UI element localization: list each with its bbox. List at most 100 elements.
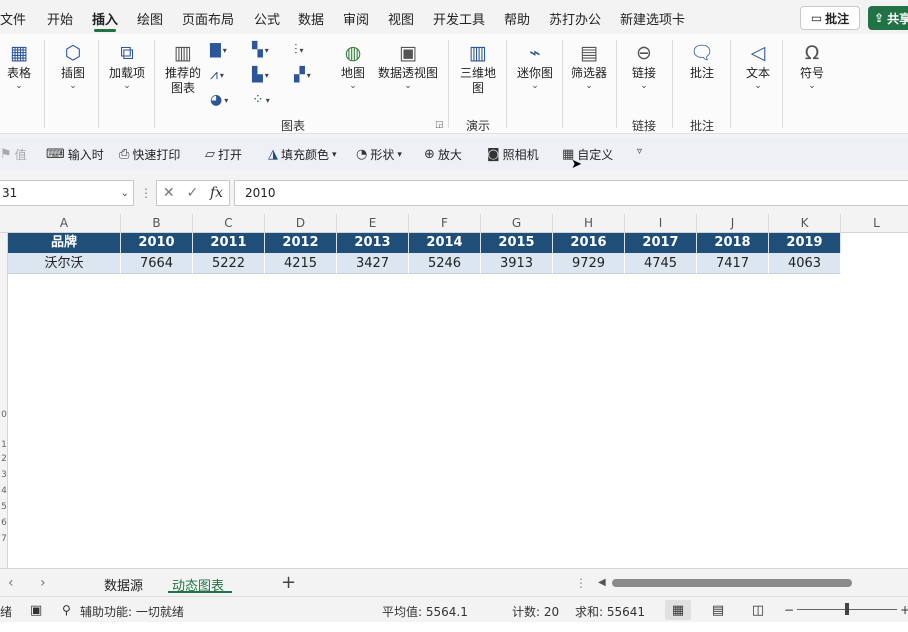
qa-value-button[interactable]: ⚑ 值 (0, 146, 27, 163)
table-header-cell[interactable]: 2016 (553, 233, 625, 253)
qa-zoom-in-button[interactable]: ⊕ 放大 (424, 146, 462, 163)
tab-developer[interactable]: 开发工具 (433, 9, 485, 28)
more-options-icon[interactable]: ⋮ (140, 186, 152, 200)
scrollbar-thumb[interactable] (612, 579, 852, 587)
column-chart-button[interactable]: ▇ ▾ (210, 42, 227, 58)
tab-page-layout[interactable]: 页面布局 (182, 9, 234, 28)
name-box[interactable]: 31 ⌄ (0, 180, 134, 206)
status-sum[interactable]: 求和: 55641 (575, 603, 645, 620)
pivot-chart-button[interactable]: ▣ 数据透视图 ⌄ (376, 42, 440, 91)
map-chart-button[interactable]: ◍ 地图 ⌄ (336, 42, 370, 91)
accessibility-status[interactable]: 辅助功能: 一切就绪 (80, 603, 184, 620)
formula-input[interactable]: 2010 (234, 180, 908, 206)
table-cell[interactable]: 4215 (265, 253, 337, 274)
chevron-left-icon[interactable]: ‹ (8, 575, 14, 591)
text-button[interactable]: ◁ 文本 ⌄ (740, 42, 776, 91)
chevron-right-icon[interactable]: › (40, 575, 46, 591)
column-header-e[interactable]: E (337, 214, 409, 233)
table-cell[interactable]: 7417 (697, 253, 769, 274)
qa-fill-color-button[interactable]: ◮ 填充颜色 ▾ (268, 146, 337, 163)
table-cell[interactable]: 5222 (193, 253, 265, 274)
tab-data[interactable]: 数据 (298, 9, 324, 28)
table-header-cell[interactable]: 2014 (409, 233, 481, 253)
scroll-left-icon[interactable]: ◀ (598, 577, 606, 588)
qa-open-button[interactable]: ▱ 打开 (205, 146, 242, 163)
table-header-cell[interactable]: 2012 (265, 233, 337, 253)
tab-review[interactable]: 审阅 (343, 9, 369, 28)
tab-file[interactable]: 文件 (0, 9, 26, 28)
combo-chart-button[interactable]: ▞ ▾ (294, 67, 311, 83)
statistic-chart-button[interactable]: ▙ ▾ (252, 67, 269, 83)
cancel-icon[interactable]: ✕ (163, 185, 175, 201)
table-cell[interactable]: 5246 (409, 253, 481, 274)
column-header-j[interactable]: J (697, 214, 769, 233)
accessibility-icon[interactable]: ⚲ (62, 603, 71, 617)
qa-customize-dropdown[interactable]: ▿ (637, 146, 642, 157)
add-sheet-button[interactable]: + (281, 572, 296, 593)
column-header-k[interactable]: K (769, 214, 841, 233)
column-header-l[interactable]: L (841, 214, 908, 233)
tab-suda-office[interactable]: 苏打办公 (549, 9, 601, 28)
qa-custom-button[interactable]: ▦ 自定义 (562, 146, 613, 163)
column-header-d[interactable]: D (265, 214, 337, 233)
column-header-c[interactable]: C (193, 214, 265, 233)
status-count[interactable]: 计数: 20 (512, 603, 559, 620)
column-header-h[interactable]: H (553, 214, 625, 233)
symbols-button[interactable]: Ω 符号 ⌄ (794, 42, 830, 91)
column-header-g[interactable]: G (481, 214, 553, 233)
tab-new-tab[interactable]: 新建选项卡 (620, 9, 685, 28)
page-layout-view-button[interactable]: ▤ (705, 600, 731, 620)
tab-draw[interactable]: 绘图 (137, 9, 163, 28)
link-button[interactable]: ⊖ 链接 ⌄ (624, 42, 664, 91)
table-button[interactable]: ▦ 表格 ⌄ (4, 42, 34, 91)
normal-view-button[interactable]: ▦ (665, 600, 691, 620)
tab-home[interactable]: 开始 (47, 9, 73, 28)
status-average[interactable]: 平均值: 5564.1 (382, 603, 468, 620)
3d-map-button[interactable]: ▥ 三维地 图 (456, 42, 500, 96)
filters-button[interactable]: ▤ 筛选器 ⌄ (566, 42, 612, 91)
table-header-cell[interactable]: 2013 (337, 233, 409, 253)
tab-view[interactable]: 视图 (388, 9, 414, 28)
zoom-out-button[interactable]: − (784, 603, 794, 617)
tab-help[interactable]: 帮助 (504, 9, 530, 28)
table-cell[interactable]: 4063 (769, 253, 841, 274)
table-cell[interactable]: 4745 (625, 253, 697, 274)
enter-icon[interactable]: ✓ (186, 185, 198, 201)
table-header-cell[interactable]: 2015 (481, 233, 553, 253)
hierarchy-chart-button[interactable]: ▚ ▾ (252, 42, 269, 58)
table-header-cell[interactable]: 2018 (697, 233, 769, 253)
column-header-a[interactable]: A (8, 214, 121, 233)
share-button[interactable]: ⇪ 共享 (868, 6, 908, 30)
table-cell[interactable]: 3427 (337, 253, 409, 274)
qa-input-time-button[interactable]: ⌨ 输入时 (46, 146, 104, 163)
table-header-cell[interactable]: 品牌 (8, 233, 121, 253)
table-header-cell[interactable]: 2019 (769, 233, 841, 253)
new-comment-button[interactable]: 🗨 批注 (682, 42, 722, 81)
table-header-cell[interactable]: 2011 (193, 233, 265, 253)
worksheet-grid[interactable]: 0 1 2 3 4 5 6 7 A B C D E F G H I J K L … (0, 214, 908, 568)
scatter-chart-button[interactable]: ⁘ ▾ (252, 92, 270, 108)
qa-quick-print-button[interactable]: ⎙ 快速打印 (119, 146, 180, 163)
tab-insert[interactable]: 插入 (92, 9, 118, 28)
table-cell[interactable]: 9729 (553, 253, 625, 274)
pie-chart-button[interactable]: ◕ ▾ (210, 92, 228, 108)
recommended-charts-button[interactable]: ▥ 推荐的 图表 (160, 42, 206, 96)
table-header-cell[interactable]: 2010 (121, 233, 193, 253)
sheet-tab-data-source[interactable]: 数据源 (104, 575, 143, 594)
sparklines-button[interactable]: ⌁ 迷你图 ⌄ (512, 42, 558, 91)
table-cell[interactable]: 7664 (121, 253, 193, 274)
dialog-launcher-icon[interactable]: ◲ (435, 120, 444, 130)
horizontal-scrollbar[interactable]: ◀ (596, 577, 908, 589)
table-cell[interactable]: 沃尔沃 (8, 253, 121, 274)
zoom-in-button[interactable]: + (900, 603, 908, 617)
column-header-i[interactable]: I (625, 214, 697, 233)
qa-shapes-button[interactable]: ◔ 形状 ▾ (356, 146, 402, 163)
zoom-slider-thumb[interactable] (845, 603, 849, 615)
more-options-icon[interactable]: ⋮ (575, 576, 587, 590)
insert-function-icon[interactable]: fx (210, 185, 223, 201)
addins-button[interactable]: ⧉ 加载项 ⌄ (108, 42, 146, 91)
line-chart-button[interactable]: ⩘ ▾ (210, 67, 224, 83)
illustrations-button[interactable]: ⬡ 插图 ⌄ (56, 42, 90, 91)
table-cell[interactable]: 3913 (481, 253, 553, 274)
page-break-view-button[interactable]: ◫ (745, 600, 771, 620)
